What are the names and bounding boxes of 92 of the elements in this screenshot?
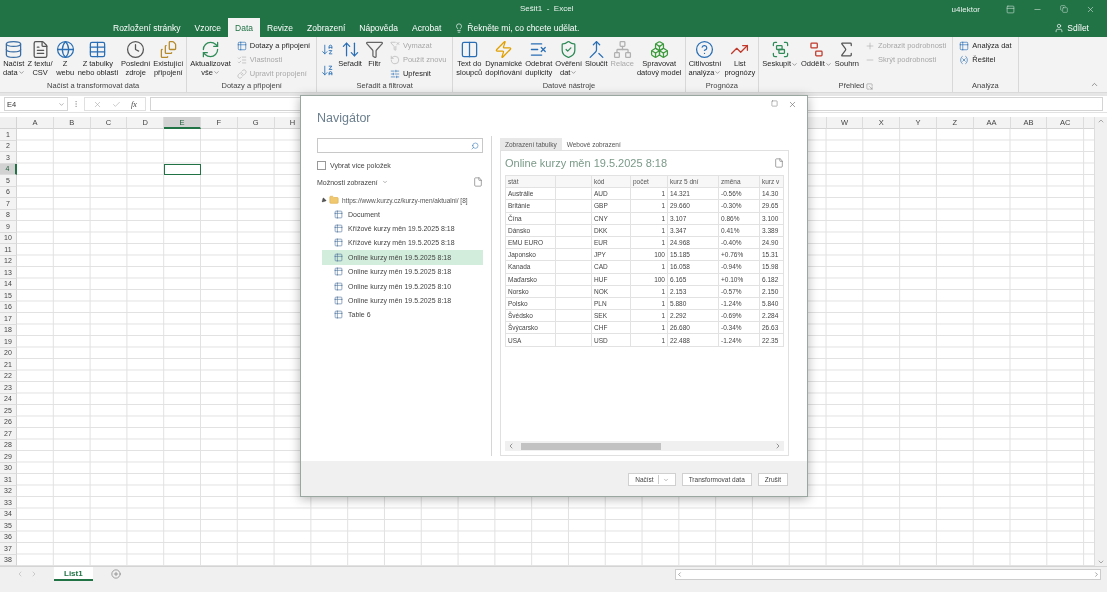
expanded-triangle-icon <box>319 196 328 204</box>
search-field[interactable] <box>317 138 484 153</box>
user-name: u4lektor <box>951 4 980 14</box>
lightbulb-icon <box>454 22 465 33</box>
sliders-icon <box>389 68 400 79</box>
table-icon <box>334 310 343 320</box>
table-icon <box>334 296 343 306</box>
group-icon <box>770 40 790 59</box>
ribbon-tab[interactable]: Rozložení stránky <box>106 18 188 37</box>
scroll-right-icon <box>1093 570 1100 578</box>
columns-icon <box>459 40 479 59</box>
close-icon[interactable] <box>1086 4 1095 14</box>
clock-icon <box>126 40 146 59</box>
caret-icon <box>58 100 65 108</box>
sort-descending-icon[interactable] <box>321 64 335 77</box>
network-icon <box>612 40 632 59</box>
insert-function-button[interactable]: fx <box>131 99 137 109</box>
ribbon-tab[interactable]: Vzorce <box>187 18 229 37</box>
restore-icon[interactable] <box>1060 5 1068 13</box>
cancel-icon[interactable] <box>93 99 102 109</box>
reapply-icon <box>389 54 400 65</box>
documents-icon <box>158 40 178 59</box>
cell-cursor <box>164 163 201 175</box>
scroll-left-icon[interactable] <box>16 570 24 578</box>
preview-title: Online kurzy měn 19.5.2025 8:18 <box>505 157 668 169</box>
scroll-right-icon[interactable] <box>30 570 38 578</box>
table-icon <box>334 252 343 262</box>
user-icon <box>1054 22 1065 33</box>
sort-ascending-icon[interactable] <box>321 43 335 56</box>
question-icon <box>695 40 715 59</box>
caret-icon <box>381 179 388 185</box>
refresh-icon <box>201 40 220 59</box>
document-icon[interactable] <box>473 177 484 187</box>
scroll-up-icon <box>1097 117 1105 125</box>
add-sheet-icon[interactable] <box>110 569 121 579</box>
window-title: Sešit1 - Excel <box>520 4 574 13</box>
ribbon-tab[interactable]: Nápověda <box>352 18 406 37</box>
plus-icon <box>865 40 875 51</box>
table-icon <box>334 281 343 291</box>
list-remove-icon <box>529 40 549 59</box>
list-icon <box>236 54 247 65</box>
share-button[interactable]: Sdílet <box>1048 18 1095 37</box>
table-cell <box>556 334 592 347</box>
collapse-ribbon-icon[interactable] <box>1090 80 1099 89</box>
ribbon-tab[interactable]: Acrobat <box>405 18 449 37</box>
table-cell <box>556 322 592 335</box>
dialog-title: Navigátor <box>317 111 371 125</box>
table-cell <box>556 310 592 323</box>
table-cell <box>556 249 592 262</box>
search-icon <box>471 141 480 150</box>
funnel-clear-icon <box>389 40 400 51</box>
horizontal-scrollbar[interactable] <box>505 441 784 451</box>
table-cell <box>556 200 592 213</box>
lightning-icon <box>494 40 514 59</box>
scroll-right-icon <box>774 442 782 450</box>
ribbon-tab[interactable]: Zobrazení <box>300 18 353 37</box>
table-icon <box>334 238 343 248</box>
scroll-left-icon <box>507 442 515 450</box>
table-icon <box>334 224 343 234</box>
link-icon <box>236 68 247 79</box>
vertical-scrollbar[interactable] <box>1094 117 1107 566</box>
caret-icon <box>662 476 669 483</box>
ribbon-display-icon[interactable] <box>1006 4 1015 14</box>
table-icon <box>334 209 343 219</box>
globe-icon <box>55 40 75 59</box>
select-all-corner[interactable] <box>0 117 17 129</box>
variable-icon <box>959 54 970 65</box>
boxes-icon <box>649 40 669 59</box>
table-icon <box>334 267 343 277</box>
scroll-down-icon <box>1097 558 1105 566</box>
sort-icon <box>340 40 360 59</box>
table-cell <box>556 188 592 201</box>
table-cell <box>556 261 592 274</box>
drag-handle-icon <box>72 100 80 108</box>
database-icon <box>4 40 24 59</box>
funnel-icon <box>364 40 384 59</box>
ribbon-tab[interactable]: Data <box>228 18 260 37</box>
table-icon <box>959 40 970 51</box>
sheet-tab[interactable]: List1 <box>54 567 93 581</box>
enter-icon[interactable] <box>112 99 121 109</box>
table-icon <box>88 40 108 59</box>
folder-icon <box>329 195 339 205</box>
checkbox[interactable] <box>317 161 326 170</box>
dialog-launcher-icon[interactable] <box>866 83 874 90</box>
close-icon[interactable] <box>788 100 797 109</box>
tell-me-field[interactable]: Řekněte mi, co chcete udělat. <box>467 22 580 33</box>
table-icon <box>236 40 247 51</box>
document-icon[interactable] <box>774 158 784 168</box>
maximize-icon[interactable] <box>771 100 778 107</box>
scroll-left-icon <box>676 570 683 578</box>
ribbon-tab[interactable]: Revize <box>260 18 300 37</box>
horizontal-scrollbar[interactable] <box>675 568 1101 580</box>
